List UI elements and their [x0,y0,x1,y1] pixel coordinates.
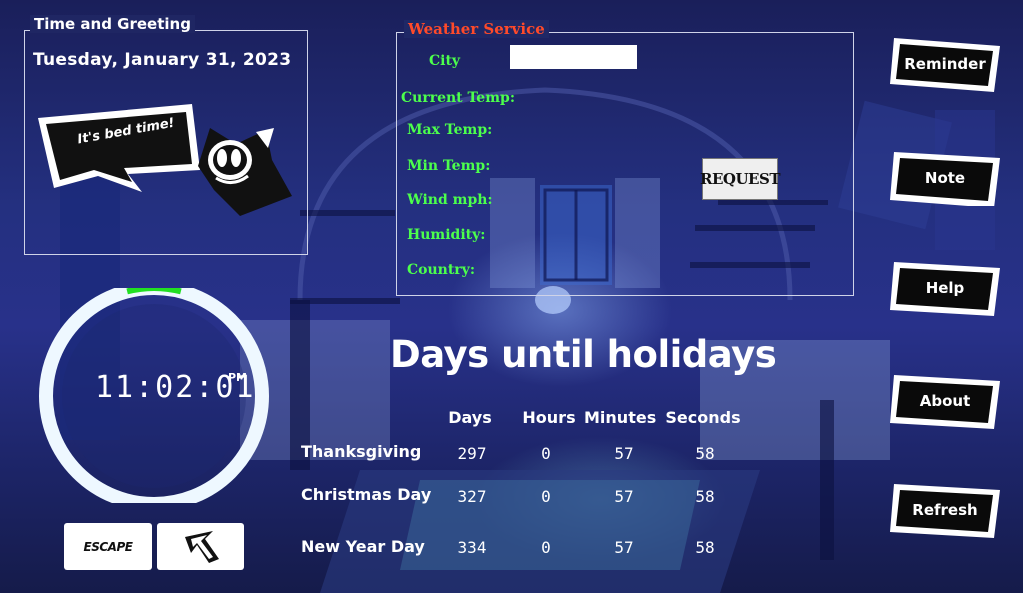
time-greeting-legend: Time and Greeting [30,15,195,33]
thanksgiving-days: 297 [457,444,487,463]
about-button[interactable]: About [890,373,1000,429]
note-button[interactable]: Note [890,150,1000,206]
refresh-button[interactable]: Refresh [890,482,1000,538]
new-year-hours: 0 [541,538,551,557]
escape-button[interactable]: ESCAPE [64,523,152,570]
holiday-name-new-year: New Year Day [301,537,425,556]
christmas-hours: 0 [541,487,551,506]
min-temp-label: Min Temp: [407,158,491,174]
wind-mph-label: Wind mph: [407,192,493,208]
clock-ring-progress [126,288,182,295]
reminder-button[interactable]: Reminder [890,36,1000,92]
thanksgiving-seconds: 58 [695,444,715,463]
new-year-seconds: 58 [695,538,715,557]
city-input[interactable] [510,45,637,69]
current-date: Tuesday, January 31, 2023 [33,50,292,70]
refresh-button-label: Refresh [912,501,978,519]
header-seconds: Seconds [665,408,741,427]
humidity-label: Humidity: [407,227,486,243]
cat-mascot-icon [198,128,292,216]
christmas-seconds: 58 [695,487,715,506]
back-arrow-icon [184,530,219,563]
max-temp-label: Max Temp: [407,122,493,138]
header-days: Days [448,408,492,427]
city-label: City [429,53,461,69]
help-button[interactable]: Help [890,260,1000,316]
help-button-label: Help [925,279,965,297]
christmas-minutes: 57 [614,487,634,506]
header-minutes: Minutes [584,408,657,427]
weather-service-legend: Weather Service [404,20,549,38]
country-label: Country: [407,262,475,278]
current-temp-label: Current Temp: [401,90,515,106]
new-year-days: 334 [457,538,487,557]
clock-ampm: PM [228,371,248,384]
holiday-name-thanksgiving: Thanksgiving [301,442,422,461]
new-year-minutes: 57 [614,538,634,557]
about-button-label: About [919,392,971,410]
reminder-button-label: Reminder [904,55,986,73]
request-button[interactable]: REQUEST [700,158,781,200]
header-hours: Hours [522,408,576,427]
note-button-label: Note [924,169,966,187]
christmas-days: 327 [457,487,487,506]
back-arrow-button[interactable] [157,523,244,570]
holidays-title: Days until holidays [390,333,777,376]
thanksgiving-hours: 0 [541,444,551,463]
holiday-name-christmas: Christmas Day [301,485,432,504]
thanksgiving-minutes: 57 [614,444,634,463]
